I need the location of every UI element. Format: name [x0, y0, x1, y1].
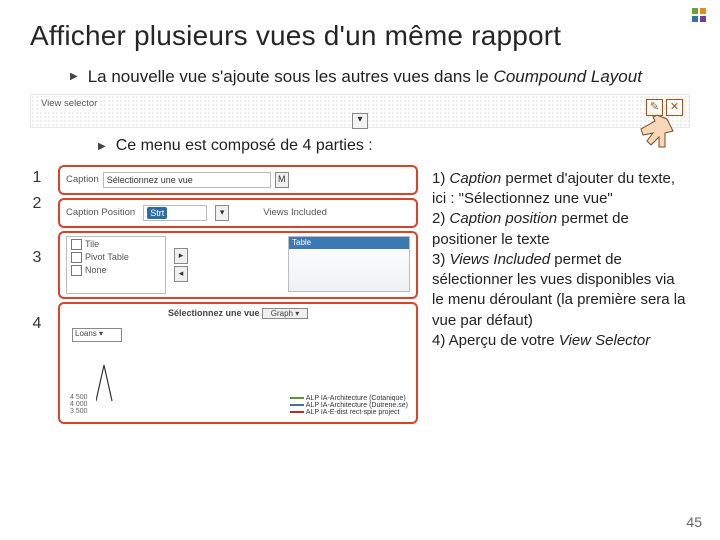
triangle-icon: ▶ — [70, 71, 78, 82]
loans-chip[interactable]: Loans ▾ — [72, 328, 122, 342]
view-thumbnail: Table — [288, 236, 410, 292]
compound-layout-strip: View selector ▾ ✎ ✕ — [30, 94, 690, 128]
chevron-down-icon[interactable]: ▾ — [352, 113, 368, 129]
views-included-row: Tile Pivot Table None ▸ ◂ Table — [58, 231, 418, 299]
bullet-1: ▶ La nouvelle vue s'ajoute sous les autr… — [70, 66, 690, 88]
triangle-icon: ▶ — [98, 141, 106, 152]
preview-select[interactable]: Graph ▾ — [262, 308, 308, 319]
caption-position-row: Caption Position Strt ▾ Views Included — [58, 198, 418, 228]
caption-input[interactable]: Sélectionnez une vue — [103, 172, 271, 188]
caption-position-select[interactable]: Strt — [143, 205, 207, 221]
settings-panel: Caption Sélectionnez une vue M Caption P… — [58, 165, 418, 427]
logo-icon — [690, 6, 710, 31]
format-icon[interactable]: M — [275, 172, 289, 188]
chevron-down-icon[interactable]: ▾ — [215, 205, 229, 221]
page-number: 45 — [686, 514, 702, 530]
view-selector-chip: View selector — [39, 97, 99, 110]
available-list[interactable]: Tile Pivot Table None — [66, 236, 166, 294]
move-left-icon[interactable]: ◂ — [174, 266, 188, 282]
caption-row: Caption Sélectionnez une vue M — [58, 165, 418, 195]
description-text: 1) Caption permet d'ajouter du texte, ic… — [432, 165, 690, 427]
pointing-hand-icon — [635, 111, 679, 153]
step-numbers: 1 2 3 4 — [30, 165, 44, 427]
bullet-2: ▶ Ce menu est composé de 4 parties : — [98, 136, 690, 157]
preview-row: Sélectionnez une vue Graph ▾ Loans ▾ 4 5… — [58, 302, 418, 424]
chart-spike-icon — [96, 361, 136, 408]
chart-legend: ALP IA-Architecture (Cotanique) ALP IA-A… — [290, 395, 408, 416]
page-title: Afficher plusieurs vues d'un même rappor… — [30, 20, 690, 52]
move-right-icon[interactable]: ▸ — [174, 248, 188, 264]
